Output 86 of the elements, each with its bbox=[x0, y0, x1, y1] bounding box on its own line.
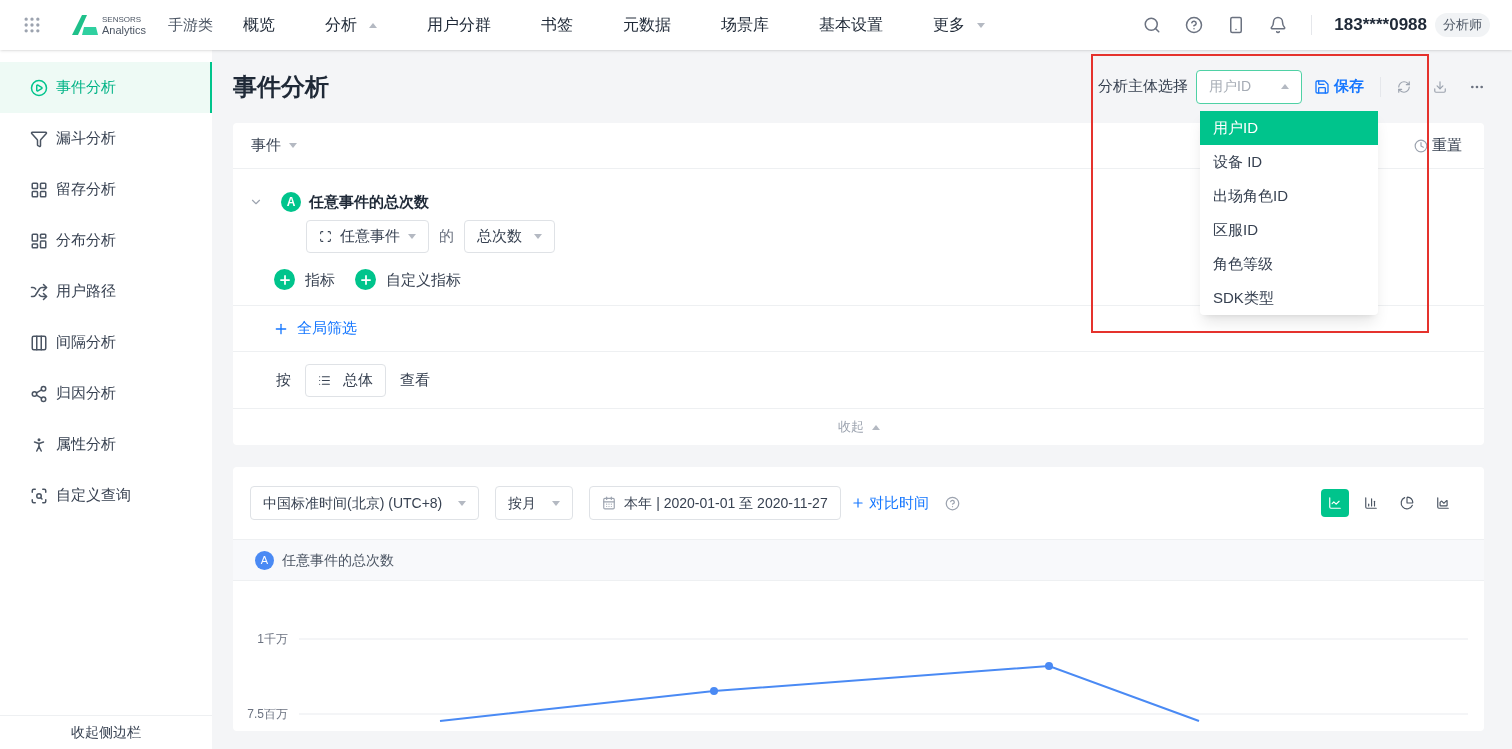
sidebar-item[interactable]: 自定义查询 bbox=[0, 470, 212, 521]
shuffle-icon bbox=[30, 282, 48, 301]
dropdown-option[interactable]: 区服ID bbox=[1200, 213, 1378, 247]
logo-icon bbox=[70, 15, 98, 35]
line-chart-icon bbox=[1328, 496, 1342, 510]
connector-text: 的 bbox=[439, 225, 454, 246]
nav-item[interactable]: 元数据 bbox=[623, 13, 672, 37]
user-name[interactable]: 183****0988 bbox=[1334, 12, 1427, 38]
help-icon[interactable] bbox=[1185, 16, 1204, 34]
plus-icon bbox=[355, 269, 376, 291]
share-icon bbox=[30, 384, 48, 403]
dropdown-option[interactable]: SDK类型 bbox=[1200, 281, 1378, 315]
reset-button[interactable]: 重置 bbox=[1414, 134, 1462, 157]
nav-item[interactable]: 分析 bbox=[325, 13, 378, 37]
search-icon[interactable] bbox=[1143, 16, 1162, 34]
sidebar-item[interactable]: 分布分析 bbox=[0, 215, 212, 266]
plus-icon bbox=[850, 496, 865, 510]
calendar-icon bbox=[602, 496, 617, 510]
logo-text: Analytics bbox=[102, 25, 147, 36]
funnel-icon bbox=[30, 129, 48, 148]
section-dropdown[interactable]: 事件 bbox=[251, 134, 297, 157]
nav-item[interactable]: 概览 bbox=[243, 13, 276, 37]
collapse-sidebar-button[interactable]: 收起侧边栏 bbox=[0, 715, 212, 749]
axis-label: 7.5百万 bbox=[247, 707, 288, 721]
granularity-select[interactable]: 按月 bbox=[495, 486, 574, 520]
caret-icon bbox=[369, 22, 378, 28]
legend-label: 任意事件的总次数 bbox=[282, 550, 394, 570]
date-range-select[interactable]: 本年 | 2020-01-01 至 2020-11-27 bbox=[589, 486, 841, 520]
sidebar-item[interactable]: 属性分析 bbox=[0, 419, 212, 470]
view-label: 查看 bbox=[400, 369, 430, 390]
aggregation-select[interactable]: 总次数 bbox=[464, 219, 555, 253]
pie-chart-icon bbox=[1400, 496, 1414, 510]
project-name[interactable]: 手游类 bbox=[168, 13, 214, 37]
group-select[interactable]: 总体 bbox=[305, 363, 386, 397]
dropdown-option[interactable]: 角色等级 bbox=[1200, 247, 1378, 281]
bell-icon[interactable] bbox=[1269, 16, 1288, 34]
legend-badge: A bbox=[255, 550, 274, 570]
add-metric-button[interactable]: 指标 bbox=[274, 268, 335, 291]
area-chart-icon bbox=[1436, 496, 1450, 510]
scan-icon bbox=[319, 229, 332, 243]
dropdown-option[interactable]: 出场角色ID bbox=[1200, 179, 1378, 213]
caret-icon bbox=[534, 233, 542, 239]
help-icon[interactable] bbox=[944, 495, 960, 511]
sidebar-item[interactable]: 漏斗分析 bbox=[0, 113, 212, 164]
page-title: 事件分析 bbox=[233, 71, 329, 102]
role-tag: 分析师 bbox=[1435, 13, 1490, 37]
grid-icon bbox=[30, 180, 48, 199]
compare-time-button[interactable]: 对比时间 bbox=[850, 491, 929, 515]
nav-item[interactable]: 更多 bbox=[933, 13, 986, 37]
nav-item[interactable]: 基本设置 bbox=[819, 13, 884, 37]
group-label: 按 bbox=[276, 369, 291, 390]
nav-item[interactable]: 书签 bbox=[541, 13, 574, 37]
apps-grid-icon[interactable] bbox=[22, 15, 42, 35]
global-filter-button[interactable]: 全局筛选 bbox=[273, 317, 357, 340]
sidebar-item[interactable]: 间隔分析 bbox=[0, 317, 212, 368]
scan-icon bbox=[30, 486, 48, 505]
save-icon bbox=[1314, 78, 1330, 95]
list-icon bbox=[318, 373, 331, 387]
play-circle-icon bbox=[30, 78, 48, 97]
dropdown-option[interactable]: 设备 ID bbox=[1200, 145, 1378, 179]
logo-text: SENSORS bbox=[102, 14, 143, 25]
sidebar-item[interactable]: 归因分析 bbox=[0, 368, 212, 419]
caret-icon bbox=[977, 22, 986, 28]
plus-icon bbox=[274, 269, 295, 291]
nav-item[interactable]: 用户分群 bbox=[427, 13, 492, 37]
caret-icon bbox=[458, 500, 467, 506]
clock-icon bbox=[1414, 138, 1428, 153]
dashboard-icon bbox=[30, 231, 48, 250]
caret-icon bbox=[871, 424, 880, 430]
caret-icon bbox=[289, 143, 297, 148]
caret-icon bbox=[408, 233, 416, 239]
metric-badge: A bbox=[281, 192, 301, 213]
metric-title: 任意事件的总次数 bbox=[309, 192, 429, 212]
timezone-select[interactable]: 中国标准时间(北京) (UTC+8) bbox=[250, 486, 480, 520]
bar-chart-icon bbox=[1364, 496, 1378, 510]
save-button[interactable]: 保存 bbox=[1314, 75, 1364, 98]
subject-label: 分析主体选择 bbox=[1098, 76, 1188, 97]
nav-item[interactable]: 场景库 bbox=[721, 13, 770, 37]
axis-label: 1千万 bbox=[257, 632, 288, 646]
caret-icon bbox=[552, 500, 561, 506]
sidebar-item[interactable]: 用户路径 bbox=[0, 266, 212, 317]
caret-icon bbox=[1281, 84, 1289, 89]
add-metric-button[interactable]: 自定义指标 bbox=[355, 268, 461, 291]
sidebar-item[interactable]: 留存分析 bbox=[0, 164, 212, 215]
event-select[interactable]: 任意事件 bbox=[306, 219, 429, 253]
columns-icon bbox=[30, 333, 48, 352]
